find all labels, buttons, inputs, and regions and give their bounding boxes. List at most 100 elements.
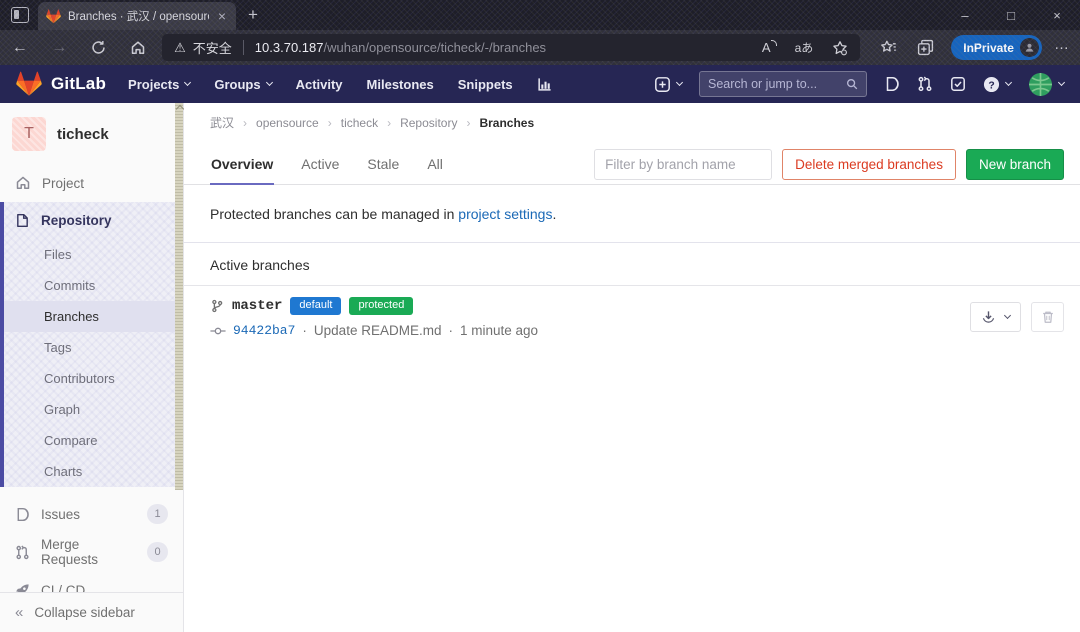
- not-secure-label[interactable]: 不安全: [193, 38, 232, 57]
- new-branch-button[interactable]: New branch: [966, 149, 1064, 180]
- collections-icon[interactable]: [917, 39, 934, 56]
- translate-icon[interactable]: aあ: [795, 39, 814, 56]
- chevron-down-icon: [676, 79, 683, 86]
- window-maximize-button[interactable]: □: [988, 0, 1034, 30]
- issues-nav-icon[interactable]: [884, 76, 900, 92]
- merge-requests-count-badge: 0: [147, 542, 168, 562]
- tab-overview[interactable]: Overview: [210, 144, 274, 185]
- window-close-button[interactable]: ×: [1034, 0, 1080, 30]
- global-search[interactable]: [699, 71, 867, 97]
- breadcrumb-group[interactable]: 武汉: [210, 114, 234, 131]
- help-menu[interactable]: ?: [983, 76, 1011, 93]
- new-tab-button[interactable]: +: [248, 5, 258, 30]
- delete-merged-branches-button[interactable]: Delete merged branches: [782, 149, 956, 180]
- sidebar-scrollbar[interactable]: [175, 103, 183, 490]
- window-minimize-button[interactable]: –: [942, 0, 988, 30]
- read-aloud-icon[interactable]: A: [762, 40, 776, 55]
- url-host: 10.3.70.187: [255, 40, 324, 55]
- default-badge: default: [290, 297, 341, 315]
- chevron-down-icon: [1058, 79, 1065, 86]
- tab-close-icon[interactable]: ×: [216, 9, 228, 23]
- delete-branch-button[interactable]: [1031, 302, 1064, 332]
- url-divider: [243, 40, 244, 55]
- chevron-down-icon: [1004, 312, 1011, 319]
- commit-icon: [210, 325, 226, 337]
- home-icon[interactable]: [119, 40, 159, 56]
- sidebar-item-tags[interactable]: Tags: [4, 332, 183, 363]
- back-icon[interactable]: ←: [0, 39, 40, 57]
- nav-activity[interactable]: Activity: [296, 77, 343, 92]
- breadcrumb-project[interactable]: ticheck: [341, 116, 378, 130]
- commit-message[interactable]: Update README.md: [314, 323, 442, 338]
- user-avatar-menu[interactable]: [1028, 72, 1064, 97]
- project-header[interactable]: T ticheck: [0, 103, 183, 164]
- not-secure-warning-icon: ⚠: [174, 40, 186, 56]
- sidebar-item-issues[interactable]: Issues 1: [0, 495, 183, 533]
- project-avatar: T: [12, 117, 46, 151]
- browser-addressbar: ← → ⚠ 不安全 10.3.70.187 /wuhan/opensource/…: [0, 30, 1080, 65]
- nav-milestones[interactable]: Milestones: [367, 77, 434, 92]
- gitlab-favicon: [46, 9, 61, 24]
- nav-snippets[interactable]: Snippets: [458, 77, 513, 92]
- user-avatar: [1028, 72, 1053, 97]
- protected-branches-note: Protected branches can be managed in pro…: [210, 206, 1064, 222]
- todos-nav-icon[interactable]: [950, 76, 966, 92]
- gitlab-brand-name[interactable]: GitLab: [51, 74, 106, 94]
- charts-icon[interactable]: [537, 77, 552, 92]
- new-menu-button[interactable]: [654, 76, 682, 93]
- project-sidebar: T ticheck Project Repository Files Com: [0, 103, 184, 632]
- document-icon: [15, 213, 30, 228]
- breadcrumb-subgroup[interactable]: opensource: [256, 116, 319, 130]
- favorites-icon[interactable]: [880, 39, 897, 56]
- collapse-sidebar-button[interactable]: « Collapse sidebar: [0, 592, 183, 632]
- home-icon: [15, 175, 31, 191]
- merge-requests-nav-icon[interactable]: [917, 76, 933, 92]
- merge-request-icon: [15, 545, 30, 560]
- forward-icon[interactable]: →: [40, 39, 80, 57]
- refresh-icon[interactable]: [79, 40, 119, 55]
- sidebar-item-merge-requests[interactable]: Merge Requests 0: [0, 533, 183, 571]
- sidebar-item-repository[interactable]: Repository: [4, 202, 183, 239]
- project-settings-link[interactable]: project settings: [458, 206, 552, 222]
- tab-active[interactable]: Active: [300, 144, 340, 185]
- sidebar-item-project[interactable]: Project: [0, 164, 183, 202]
- tab-workspace-icon[interactable]: [11, 7, 29, 23]
- branch-icon: [210, 299, 224, 313]
- tab-all[interactable]: All: [426, 144, 444, 185]
- add-favorite-icon[interactable]: [832, 40, 848, 56]
- branch-name[interactable]: master: [232, 298, 282, 314]
- browser-menu-icon[interactable]: …: [1054, 36, 1070, 53]
- breadcrumb-current: Branches: [479, 116, 534, 130]
- sidebar-item-charts[interactable]: Charts: [4, 456, 183, 487]
- tab-stale[interactable]: Stale: [366, 144, 400, 185]
- trash-icon: [1041, 310, 1055, 324]
- project-name: ticheck: [57, 126, 109, 143]
- sidebar-item-contributors[interactable]: Contributors: [4, 363, 183, 394]
- nav-projects[interactable]: Projects: [128, 77, 190, 92]
- sidebar-item-branches[interactable]: Branches: [4, 301, 183, 332]
- gitlab-logo[interactable]: GitLab: [16, 71, 106, 97]
- active-branches-header: Active branches: [184, 243, 1080, 286]
- profile-avatar: [1020, 38, 1039, 57]
- browser-tab[interactable]: Branches · 武汉 / opensource / t ×: [38, 2, 236, 30]
- sidebar-item-graph[interactable]: Graph: [4, 394, 183, 425]
- main-content: 武汉 › opensource › ticheck › Repository ›…: [184, 103, 1080, 632]
- inprivate-label: InPrivate: [963, 41, 1014, 55]
- nav-groups[interactable]: Groups: [214, 77, 271, 92]
- tab-title: Branches · 武汉 / opensource / t: [68, 8, 209, 24]
- download-branch-button[interactable]: [970, 302, 1021, 332]
- global-search-input[interactable]: [708, 77, 846, 91]
- url-path: /wuhan/opensource/ticheck/-/branches: [323, 40, 546, 55]
- sidebar-item-files[interactable]: Files: [4, 239, 183, 270]
- url-bar[interactable]: ⚠ 不安全 10.3.70.187 /wuhan/opensource/tich…: [162, 34, 860, 61]
- commit-sha-link[interactable]: 94422ba7: [233, 323, 295, 338]
- breadcrumb-repository[interactable]: Repository: [400, 116, 457, 130]
- svg-text:?: ?: [988, 80, 994, 91]
- download-icon: [981, 310, 996, 325]
- sidebar-section-repository: Repository Files Commits Branches Tags C…: [0, 202, 183, 487]
- sidebar-item-commits[interactable]: Commits: [4, 270, 183, 301]
- filter-branch-input[interactable]: [594, 149, 772, 180]
- branches-tabs-row: Overview Active Stale All Delete merged …: [184, 144, 1080, 185]
- inprivate-badge[interactable]: InPrivate: [951, 35, 1042, 60]
- sidebar-item-compare[interactable]: Compare: [4, 425, 183, 456]
